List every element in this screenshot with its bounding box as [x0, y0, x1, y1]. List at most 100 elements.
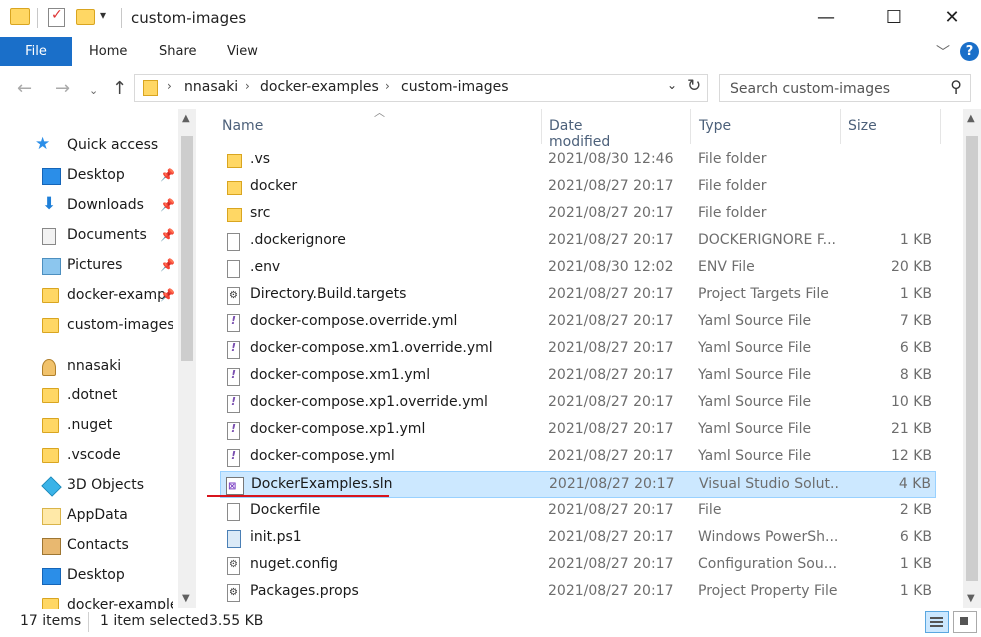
- download-icon: ⬇: [42, 194, 57, 214]
- nav-scrollbar[interactable]: ▲ ▼: [178, 109, 196, 608]
- file-row[interactable]: ! docker-compose.override.yml 2021/08/27 2…: [220, 309, 936, 336]
- file-row[interactable]: ! docker-compose.xm1.override.yml 2021/08/…: [220, 336, 936, 363]
- tab-view[interactable]: View: [227, 37, 258, 66]
- file-size: 12 KB: [890, 448, 932, 464]
- sidebar-item[interactable]: Contacts: [0, 531, 178, 561]
- sidebar-item[interactable]: docker-example: [0, 591, 178, 609]
- file-name: docker-compose.xp1.yml: [250, 421, 426, 437]
- sidebar-item[interactable]: ★ Quick access: [0, 131, 178, 161]
- search-input[interactable]: [728, 77, 947, 101]
- scroll-up-icon[interactable]: ▲: [182, 113, 190, 124]
- window-title: custom-images: [131, 9, 247, 27]
- file-row-selected[interactable]: ⊠ DockerExamples.sln 2021/08/27 20:17 Visua…: [220, 471, 936, 498]
- file-size: 2 KB: [899, 502, 932, 518]
- scroll-down-icon[interactable]: ▼: [967, 593, 975, 604]
- file-row[interactable]: ⚙ Directory.Build.targets 2021/08/27 20:17…: [220, 282, 936, 309]
- minimize-button[interactable]: —: [803, 6, 849, 30]
- yaml-file-icon: !: [227, 395, 240, 413]
- help-button[interactable]: ?: [960, 42, 979, 61]
- file-row[interactable]: .dockerignore 2021/08/27 20:17 DOCKERIGNOR…: [220, 228, 936, 255]
- file-list-scrollbar[interactable]: ▲ ▼: [963, 109, 981, 608]
- column-divider[interactable]: [541, 109, 542, 144]
- file-row[interactable]: ! docker-compose.xp1.yml 2021/08/27 20:17 Y…: [220, 417, 936, 444]
- search-icon[interactable]: ⚲: [950, 77, 962, 96]
- sln-file-icon: ⊠: [226, 477, 244, 495]
- scrollbar-thumb[interactable]: [181, 136, 193, 361]
- sidebar-item[interactable]: Desktop 📌: [0, 161, 178, 191]
- tab-file[interactable]: File: [0, 37, 72, 66]
- search-box[interactable]: ⚲: [719, 74, 971, 102]
- column-label: Type: [699, 118, 732, 134]
- sidebar-item[interactable]: .vscode: [0, 441, 178, 471]
- file-row[interactable]: ! docker-compose.xm1.yml 2021/08/27 20:17 Y…: [220, 363, 936, 390]
- file-type: Project Property File: [698, 583, 838, 599]
- file-row[interactable]: ⚙ Packages.props 2021/08/27 20:17 Project P…: [220, 579, 936, 606]
- chevron-down-icon[interactable]: ⌄: [667, 78, 677, 92]
- tab-home[interactable]: Home: [89, 37, 127, 66]
- forward-arrow-icon[interactable]: →: [55, 78, 70, 99]
- file-row[interactable]: init.ps1 2021/08/27 20:17 Windows PowerSh.…: [220, 525, 936, 552]
- file-row[interactable]: docker 2021/08/27 20:17 File folder: [220, 174, 936, 201]
- sidebar-item[interactable]: custom-images: [0, 311, 178, 341]
- sidebar-item[interactable]: Pictures 📌: [0, 251, 178, 281]
- file-row[interactable]: .vs 2021/08/30 12:46 File folder: [220, 147, 936, 174]
- scroll-down-icon[interactable]: ▼: [182, 593, 190, 604]
- customize-toolbar-icon[interactable]: ▾: [100, 8, 106, 22]
- column-label: Date modified: [549, 118, 611, 150]
- cfg-file-icon: ⚙: [227, 557, 240, 575]
- folder-icon: [42, 418, 59, 433]
- sidebar-item[interactable]: docker-examp 📌: [0, 281, 178, 311]
- contacts-icon: [42, 538, 61, 555]
- tab-share[interactable]: Share: [159, 37, 197, 66]
- file-row[interactable]: .env 2021/08/30 12:02 ENV File 20 KB: [220, 255, 936, 282]
- breadcrumb-nnasaki[interactable]: nnasaki: [184, 79, 238, 95]
- objects-3d-icon: [41, 476, 62, 497]
- file-row[interactable]: Dockerfile 2021/08/27 20:17 File 2 KB: [220, 498, 936, 525]
- details-view-icon: [930, 617, 943, 619]
- file-size: 10 KB: [890, 394, 932, 410]
- column-divider[interactable]: [840, 109, 841, 144]
- column-divider[interactable]: [940, 109, 941, 144]
- breadcrumb-docker-examples[interactable]: docker-examples: [260, 79, 379, 95]
- breadcrumb-custom-images[interactable]: custom-images: [401, 79, 509, 95]
- sidebar-item[interactable]: Documents 📌: [0, 221, 178, 251]
- new-folder-icon[interactable]: [76, 9, 95, 25]
- scroll-up-icon[interactable]: ▲: [967, 113, 975, 124]
- breadcrumb-separator-icon[interactable]: ›: [385, 79, 390, 93]
- sidebar-item[interactable]: 3D Objects: [0, 471, 178, 501]
- column-divider[interactable]: [690, 109, 691, 144]
- sidebar-item[interactable]: nnasaki: [0, 352, 178, 382]
- ribbon: [0, 37, 981, 66]
- details-view-button[interactable]: [925, 611, 949, 633]
- refresh-icon[interactable]: ↻: [687, 76, 701, 96]
- blank-file-icon: [227, 233, 240, 251]
- file-size: 1 KB: [899, 232, 932, 248]
- file-row[interactable]: src 2021/08/27 20:17 File folder: [220, 201, 936, 228]
- sidebar-item[interactable]: .dotnet: [0, 381, 178, 411]
- file-row[interactable]: ⚙ nuget.config 2021/08/27 20:17 Configurati…: [220, 552, 936, 579]
- sidebar-item[interactable]: AppData: [0, 501, 178, 531]
- scrollbar-thumb[interactable]: [966, 136, 978, 581]
- status-bar: 17 items 1 item selected 3.55 KB: [0, 609, 981, 637]
- file-name: docker-compose.xm1.yml: [250, 367, 431, 383]
- sidebar-item[interactable]: Desktop: [0, 561, 178, 591]
- sidebar-item[interactable]: ⬇ Downloads 📌: [0, 191, 178, 221]
- file-type: File folder: [698, 205, 767, 221]
- properties-icon[interactable]: ✓: [48, 7, 65, 27]
- large-icons-view-icon: [960, 617, 968, 625]
- breadcrumb-separator-icon[interactable]: ›: [167, 79, 172, 93]
- address-bar[interactable]: › nnasaki › docker-examples › custom-ima…: [134, 74, 708, 102]
- annotation-underline: [207, 495, 389, 497]
- folder-icon: [42, 598, 59, 609]
- large-icons-view-button[interactable]: [953, 611, 977, 633]
- expand-ribbon-icon[interactable]: ﹀: [936, 42, 950, 62]
- up-arrow-icon[interactable]: ↑: [112, 78, 127, 99]
- sidebar-item[interactable]: .nuget: [0, 411, 178, 441]
- back-arrow-icon[interactable]: ←: [17, 78, 32, 99]
- maximize-button[interactable]: ☐: [871, 6, 917, 30]
- file-row[interactable]: ! docker-compose.xp1.override.yml 2021/08/…: [220, 390, 936, 417]
- recent-locations-icon[interactable]: ⌄: [89, 84, 98, 97]
- breadcrumb-separator-icon[interactable]: ›: [245, 79, 250, 93]
- close-button[interactable]: ✕: [929, 6, 975, 30]
- file-row[interactable]: ! docker-compose.yml 2021/08/27 20:17 Yaml …: [220, 444, 936, 471]
